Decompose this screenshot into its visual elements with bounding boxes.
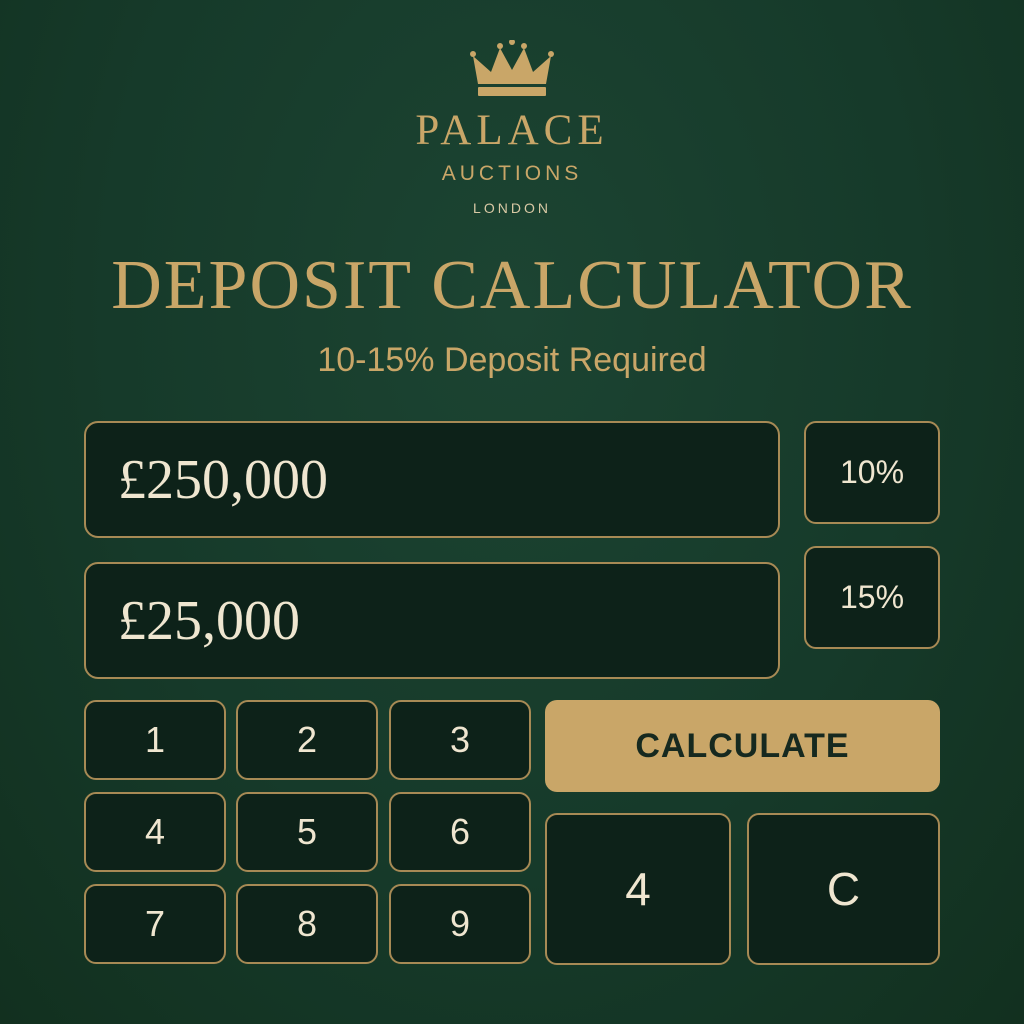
key-9-button[interactable]: 9 — [389, 884, 531, 964]
key-4-large-button[interactable]: 4 — [545, 813, 731, 965]
key-3-button[interactable]: 3 — [389, 700, 531, 780]
key-1-button[interactable]: 1 — [84, 700, 226, 780]
price-display[interactable]: £250,000 — [84, 421, 780, 538]
calculate-button[interactable]: CALCULATE — [545, 700, 940, 792]
key-6-button[interactable]: 6 — [389, 792, 531, 872]
page-title: DEPOSIT CALCULATOR — [111, 247, 913, 324]
key-4-button[interactable]: 4 — [84, 792, 226, 872]
page-subtitle: 10-15% Deposit Required — [317, 341, 707, 379]
key-8-button[interactable]: 8 — [236, 884, 378, 964]
ten-percent-button[interactable]: 10% — [804, 421, 940, 524]
key-2-button[interactable]: 2 — [236, 700, 378, 780]
clear-button[interactable]: C — [747, 813, 940, 965]
brand-subtitle: AUCTIONS — [441, 162, 583, 185]
brand-name: PALACE — [415, 107, 609, 154]
deposit-display: £25,000 — [84, 562, 780, 679]
fifteen-percent-button[interactable]: 15% — [804, 546, 940, 649]
key-5-button[interactable]: 5 — [236, 792, 378, 872]
key-7-button[interactable]: 7 — [84, 884, 226, 964]
brand-city: LONDON — [473, 200, 551, 216]
crown-icon — [470, 39, 554, 100]
